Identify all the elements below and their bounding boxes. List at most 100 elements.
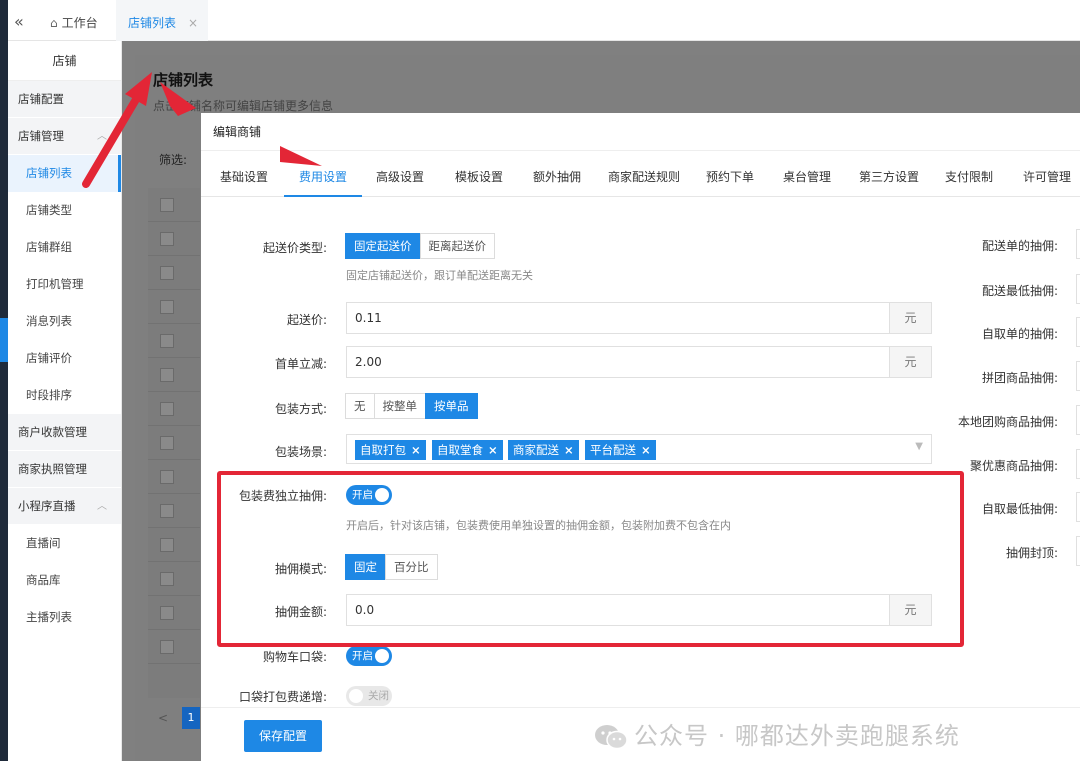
group-buy-commission-input[interactable]	[1076, 361, 1080, 391]
watermark-text: 公众号 · 哪都达外卖跑腿系统	[634, 722, 960, 750]
tab-license[interactable]: 许可管理	[1016, 151, 1078, 197]
row-checkbox[interactable]	[160, 538, 174, 552]
pagination: < 1	[148, 707, 200, 735]
tab-reservation[interactable]: 预约下单	[699, 151, 761, 197]
filter-label: 筛选:	[159, 153, 188, 167]
row-checkbox[interactable]	[160, 300, 174, 314]
row-checkbox[interactable]	[160, 368, 174, 382]
sidebar-item-shop-group[interactable]: 店铺群组	[8, 229, 121, 266]
remove-tag-icon[interactable]: ×	[641, 443, 651, 457]
table-row	[148, 256, 200, 290]
row-checkbox[interactable]	[160, 606, 174, 620]
sidebar-item-reviews[interactable]: 店铺评价	[8, 340, 121, 377]
table-row	[148, 630, 200, 664]
tab-third-party[interactable]: 第三方设置	[853, 151, 925, 197]
tab-template[interactable]: 模板设置	[448, 151, 510, 197]
tag-platform-delivery: 平台配送 ×	[585, 440, 656, 460]
sidebar-group-live[interactable]: 小程序直播 ︿	[8, 488, 121, 525]
group-buy-commission-label: 拼团商品抽佣:	[981, 371, 1058, 385]
row-checkbox[interactable]	[160, 198, 174, 212]
packing-scene-select[interactable]: 自取打包 × 自取堂食 × 商家配送 × 平台配送 × ▼	[346, 434, 932, 464]
tab-fees[interactable]: 费用设置	[284, 151, 362, 197]
min-price-input[interactable]: 0.11 元	[346, 302, 932, 334]
row-checkbox[interactable]	[160, 232, 174, 246]
sidebar-group-shop-management[interactable]: 店铺管理 ︿	[8, 118, 121, 155]
sidebar-item-printer[interactable]: 打印机管理	[8, 266, 121, 303]
row-checkbox[interactable]	[160, 572, 174, 586]
remove-tag-icon[interactable]: ×	[564, 443, 574, 457]
tab-workbench[interactable]: ⌂ 工作台	[50, 14, 98, 31]
tab-delivery-rules[interactable]: 商家配送规则	[604, 151, 684, 197]
table-row	[148, 528, 200, 562]
page-subtitle: 点击店铺名称可编辑店铺更多信息	[153, 99, 334, 113]
option-fixed-min-price[interactable]: 固定起送价	[345, 233, 421, 259]
cart-bag-switch[interactable]: 开启	[346, 646, 392, 666]
option-distance-min-price[interactable]: 距离起送价	[419, 233, 495, 259]
wechat-icon	[595, 725, 628, 750]
tab-payment-limit[interactable]: 支付限制	[938, 151, 1000, 197]
close-icon[interactable]: ×	[188, 16, 198, 30]
row-checkbox[interactable]	[160, 436, 174, 450]
remove-tag-icon[interactable]: ×	[488, 443, 498, 457]
packing-mode-label: 包装方式:	[274, 402, 327, 416]
pickup-min-commission-input[interactable]	[1076, 492, 1080, 522]
table-row	[148, 494, 200, 528]
pickup-commission-input[interactable]	[1076, 317, 1080, 347]
row-checkbox[interactable]	[160, 334, 174, 348]
tab-shop-list-label: 店铺列表	[128, 16, 177, 30]
option-packing-none[interactable]: 无	[345, 393, 375, 419]
bag-fee-increment-switch[interactable]: 关闭	[346, 686, 392, 706]
sidebar-item-messages[interactable]: 消息列表	[8, 303, 121, 340]
row-checkbox[interactable]	[160, 504, 174, 518]
min-price-type-label: 起送价类型:	[262, 241, 327, 255]
sidebar-group-merchant-license[interactable]: 商家执照管理	[8, 451, 121, 488]
bag-fee-increment-label: 口袋打包费递增:	[238, 690, 327, 704]
sidebar-item-live-room[interactable]: 直播间	[8, 525, 121, 562]
app-edge-strip	[0, 0, 8, 761]
tag-pickup-pack: 自取打包 ×	[355, 440, 426, 460]
table-row	[148, 426, 200, 460]
row-checkbox[interactable]	[160, 266, 174, 280]
tab-basic[interactable]: 基础设置	[213, 151, 275, 197]
pager-prev-icon[interactable]: <	[158, 711, 168, 725]
sidebar-item-time-sort[interactable]: 时段排序	[8, 377, 121, 414]
pager-current[interactable]: 1	[182, 707, 200, 729]
row-checkbox[interactable]	[160, 402, 174, 416]
tag-label: 商家配送	[513, 443, 559, 457]
discount-commission-input[interactable]	[1076, 449, 1080, 479]
min-price-type-hint: 固定店铺起送价，跟订单配送距离无关	[346, 269, 533, 282]
commission-cap-input[interactable]	[1076, 536, 1080, 566]
sidebar-group-shop-config[interactable]: 店铺配置	[8, 81, 121, 118]
tab-advanced[interactable]: 高级设置	[369, 151, 431, 197]
packing-scene-label: 包装场景:	[274, 445, 327, 459]
sidebar-item-anchor-list[interactable]: 主播列表	[8, 599, 121, 636]
sidebar-item-product-library[interactable]: 商品库	[8, 562, 121, 599]
modal-title: 编辑商铺	[201, 113, 1080, 151]
tab-table-management[interactable]: 桌台管理	[776, 151, 838, 197]
save-config-button[interactable]: 保存配置	[244, 720, 322, 752]
option-packing-order[interactable]: 按整单	[373, 393, 426, 419]
sidebar-item-shop-list[interactable]: 店铺列表	[8, 155, 121, 192]
tab-shop-list[interactable]: 店铺列表 ×	[116, 0, 208, 41]
sidebar-item-shop-type[interactable]: 店铺类型	[8, 192, 121, 229]
delivery-min-commission-input[interactable]	[1076, 274, 1080, 304]
pickup-commission-label: 自取单的抽佣:	[981, 327, 1058, 341]
remove-tag-icon[interactable]: ×	[411, 443, 421, 457]
delivery-commission-input[interactable]	[1076, 229, 1080, 259]
active-marker	[0, 318, 8, 362]
table-row	[148, 562, 200, 596]
sidebar-group-merchant-payment[interactable]: 商户收款管理	[8, 414, 121, 451]
row-checkbox[interactable]	[160, 640, 174, 654]
sidebar: 店铺 店铺配置 店铺管理 ︿ 店铺列表 店铺类型 店铺群组 打印机管理 消息列表 …	[8, 41, 122, 761]
row-checkbox[interactable]	[160, 470, 174, 484]
tag-label: 自取堂食	[437, 443, 483, 457]
min-price-type-group: 固定起送价 距离起送价	[345, 233, 495, 259]
table-row	[148, 222, 200, 256]
table-row	[148, 596, 200, 630]
local-group-commission-input[interactable]	[1076, 405, 1080, 435]
tab-extra-commission[interactable]: 额外抽佣	[526, 151, 588, 197]
sidebar-group-label: 小程序直播	[18, 499, 76, 513]
first-order-discount-input[interactable]: 2.00 元	[346, 346, 932, 378]
collapse-sidebar-icon[interactable]: «	[14, 12, 24, 31]
option-packing-item[interactable]: 按单品	[425, 393, 478, 419]
